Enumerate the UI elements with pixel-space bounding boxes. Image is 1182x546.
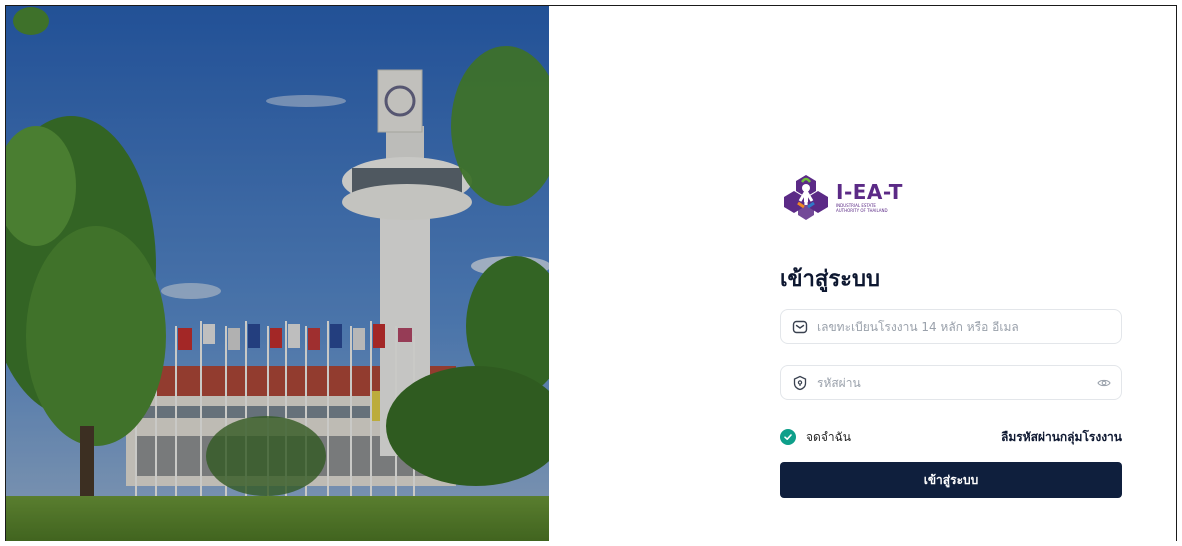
form-options-row: จดจำฉัน ลืมรหัสผ่านกลุ่มโรงงาน bbox=[780, 427, 1122, 447]
brand-logo: I-EA-T INDUSTRIAL ESTATE AUTHORITY OF TH… bbox=[780, 171, 1122, 223]
hero-image bbox=[6, 6, 549, 541]
ieat-logo-icon bbox=[784, 175, 828, 220]
check-icon bbox=[784, 434, 792, 440]
password-input[interactable] bbox=[817, 375, 1087, 390]
email-field[interactable] bbox=[780, 309, 1122, 344]
hero-photo-illustration bbox=[6, 6, 549, 541]
remember-checkbox[interactable] bbox=[780, 429, 796, 445]
remember-label: จดจำฉัน bbox=[806, 429, 851, 444]
mail-icon bbox=[792, 320, 808, 333]
password-field[interactable] bbox=[780, 365, 1122, 400]
brand-subtitle-line2: AUTHORITY OF THAILAND bbox=[836, 208, 888, 213]
lock-icon bbox=[793, 375, 807, 390]
login-button[interactable]: เข้าสู่ระบบ bbox=[780, 462, 1122, 498]
login-panel: I-EA-T INDUSTRIAL ESTATE AUTHORITY OF TH… bbox=[549, 6, 1176, 541]
remember-me[interactable]: จดจำฉัน bbox=[780, 428, 851, 447]
forgot-password-link[interactable]: ลืมรหัสผ่านกลุ่มโรงงาน bbox=[1001, 428, 1122, 447]
eye-icon[interactable] bbox=[1097, 376, 1111, 390]
login-form: I-EA-T INDUSTRIAL ESTATE AUTHORITY OF TH… bbox=[780, 171, 1122, 498]
email-input[interactable] bbox=[817, 319, 1087, 334]
login-page: I-EA-T INDUSTRIAL ESTATE AUTHORITY OF TH… bbox=[5, 5, 1177, 541]
brand-name: I-EA-T bbox=[836, 180, 903, 204]
page-title: เข้าสู่ระบบ bbox=[780, 267, 880, 292]
